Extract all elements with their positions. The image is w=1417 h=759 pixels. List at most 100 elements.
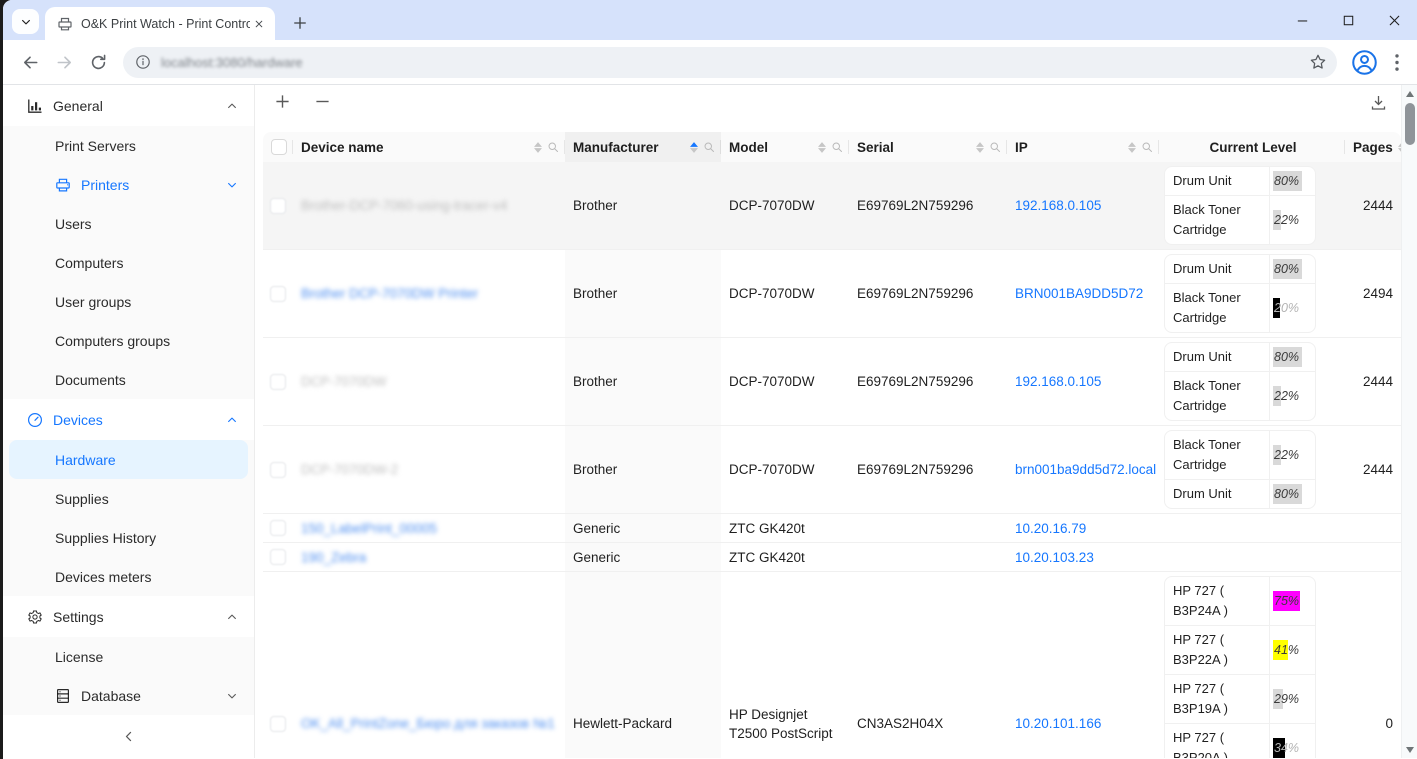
search-icon[interactable] <box>547 141 559 153</box>
table-row[interactable]: Brother DCP-7070DW PrinterBrotherDCP-707… <box>263 250 1401 338</box>
tab-search-button[interactable] <box>12 9 39 34</box>
site-info-icon[interactable] <box>135 54 151 70</box>
column-label: Pages <box>1353 140 1393 155</box>
select-all-checkbox[interactable] <box>271 139 287 155</box>
sidebar-item-hardware[interactable]: Hardware <box>9 440 248 479</box>
column-header-pages[interactable]: Pages <box>1345 132 1401 162</box>
export-button[interactable] <box>1370 94 1387 111</box>
sort-icon[interactable] <box>1128 142 1136 153</box>
ip-link[interactable]: 10.20.101.166 <box>1015 714 1101 733</box>
table-row[interactable]: Brother-DCP-7060-using-tracer-v4BrotherD… <box>263 162 1401 250</box>
ip-link[interactable]: 192.168.0.105 <box>1015 372 1101 391</box>
ip-link[interactable]: BRN001BA9DD5D72 <box>1015 284 1143 303</box>
sidebar-item-users[interactable]: Users <box>3 204 254 243</box>
sort-icon[interactable] <box>818 142 826 153</box>
gear-icon <box>27 609 43 625</box>
ip-link[interactable]: 10.20.16.79 <box>1015 519 1086 538</box>
sort-icon[interactable] <box>534 142 542 153</box>
table-row[interactable]: OK_All_PrintZone_Бюро для заказов №1Hewl… <box>263 572 1401 758</box>
scroll-down-icon[interactable] <box>1402 742 1417 757</box>
sidebar-collapse-button[interactable] <box>3 718 254 758</box>
device-name-link[interactable]: 150_LabelPrint_00005 <box>301 519 437 538</box>
back-button[interactable] <box>15 47 45 77</box>
search-icon[interactable] <box>1141 141 1153 153</box>
search-icon[interactable] <box>989 141 1001 153</box>
row-checkbox[interactable] <box>270 520 286 536</box>
supply-level-bar: 41% <box>1273 640 1309 660</box>
column-header-select[interactable] <box>263 132 293 162</box>
serial-cell: E69769L2N759296 <box>849 426 1007 513</box>
sidebar-item-general[interactable]: General <box>3 87 254 124</box>
profile-icon[interactable] <box>1351 49 1378 76</box>
row-checkbox[interactable] <box>270 549 286 565</box>
column-header-ip[interactable]: IP <box>1007 132 1159 162</box>
bookmark-star-icon[interactable] <box>1309 53 1327 71</box>
row-checkbox[interactable] <box>270 462 286 478</box>
minimize-button[interactable] <box>1279 0 1325 40</box>
chevron-left-icon <box>122 730 135 746</box>
row-checkbox[interactable] <box>270 198 286 214</box>
maximize-button[interactable] <box>1325 0 1371 40</box>
ip-link[interactable]: brn001ba9dd5d72.local <box>1015 460 1156 479</box>
sidebar-item-computers[interactable]: Computers <box>3 243 254 282</box>
sidebar-item-license[interactable]: License <box>3 637 254 676</box>
sidebar-item-devices-meters[interactable]: Devices meters <box>3 557 254 596</box>
column-header-serial[interactable]: Serial <box>849 132 1007 162</box>
column-label: Device name <box>301 140 384 155</box>
table-row[interactable]: DCP-7070DW-2BrotherDCP-7070DWE69769L2N75… <box>263 426 1401 514</box>
sidebar-item-print-servers[interactable]: Print Servers <box>3 126 254 165</box>
pages-cell <box>1345 543 1401 571</box>
row-checkbox[interactable] <box>270 286 286 302</box>
supply-row: HP 727 ( B3P20A )34% <box>1165 724 1315 758</box>
browser-menu-icon[interactable] <box>1387 49 1407 75</box>
device-name-cell: OK_All_PrintZone_Бюро для заказов №1 <box>293 572 565 758</box>
add-button[interactable] <box>275 94 291 110</box>
scroll-up-icon[interactable] <box>1402 86 1417 101</box>
row-checkbox[interactable] <box>270 374 286 390</box>
sidebar-item-user-groups[interactable]: User groups <box>3 282 254 321</box>
device-name-link[interactable]: OK_All_PrintZone_Бюро для заказов №1 <box>301 714 555 733</box>
reload-button[interactable] <box>83 47 113 77</box>
column-header-name[interactable]: Device name <box>293 132 565 162</box>
supply-row: Drum Unit80% <box>1165 255 1315 284</box>
supplies-table: Drum Unit80%Black Toner Cartridge20% <box>1164 254 1316 333</box>
table-row[interactable]: 190_ZebraGenericZTC GK420t10.20.103.23 <box>263 543 1401 572</box>
sidebar-item-documents[interactable]: Documents <box>3 360 254 399</box>
column-header-model[interactable]: Model <box>721 132 849 162</box>
sort-icon[interactable] <box>690 142 698 153</box>
ip-link[interactable]: 192.168.0.105 <box>1015 196 1101 215</box>
sort-icon[interactable] <box>976 142 984 153</box>
search-icon[interactable] <box>703 141 715 153</box>
browser-tab[interactable]: O&K Print Watch - Print Contro <box>45 7 275 40</box>
remove-button[interactable] <box>315 94 331 110</box>
tab-close-icon[interactable] <box>250 15 267 32</box>
table-row[interactable]: DCP-7070DWBrotherDCP-7070DWE69769L2N7592… <box>263 338 1401 426</box>
page-scrollbar[interactable] <box>1401 85 1417 758</box>
column-header-manufacturer[interactable]: Manufacturer <box>565 132 721 162</box>
column-header-level[interactable]: Current Level <box>1159 132 1345 162</box>
row-checkbox[interactable] <box>270 716 286 732</box>
supply-name: HP 727 ( B3P22A ) <box>1165 626 1269 674</box>
ip-link[interactable]: 10.20.103.23 <box>1015 548 1094 567</box>
search-icon[interactable] <box>831 141 843 153</box>
sidebar-item-devices[interactable]: Devices <box>3 401 254 438</box>
sidebar-item-database[interactable]: Database <box>3 676 254 715</box>
table-row[interactable]: 150_LabelPrint_00005GenericZTC GK420t10.… <box>263 514 1401 543</box>
serial-cell: E69769L2N759296 <box>849 338 1007 425</box>
device-name-link[interactable]: 190_Zebra <box>301 548 366 567</box>
sidebar-item-settings[interactable]: Settings <box>3 598 254 635</box>
device-name-cell: 150_LabelPrint_00005 <box>293 514 565 542</box>
gauge-icon <box>27 412 43 428</box>
sidebar-item-supplies[interactable]: Supplies <box>3 479 254 518</box>
sidebar-item-printers[interactable]: Printers <box>3 165 254 204</box>
address-bar[interactable]: localhost:3080/hardware <box>123 47 1337 78</box>
device-name-link[interactable]: Brother DCP-7070DW Printer <box>301 284 478 303</box>
forward-button[interactable] <box>49 47 79 77</box>
new-tab-button[interactable] <box>287 10 313 36</box>
sidebar-item-computers-groups[interactable]: Computers groups <box>3 321 254 360</box>
sidebar-item-supplies-history[interactable]: Supplies History <box>3 518 254 557</box>
scrollbar-thumb[interactable] <box>1405 103 1415 145</box>
close-button[interactable] <box>1371 0 1417 40</box>
printer-favicon-icon <box>57 16 73 32</box>
row-select-cell <box>263 514 293 542</box>
